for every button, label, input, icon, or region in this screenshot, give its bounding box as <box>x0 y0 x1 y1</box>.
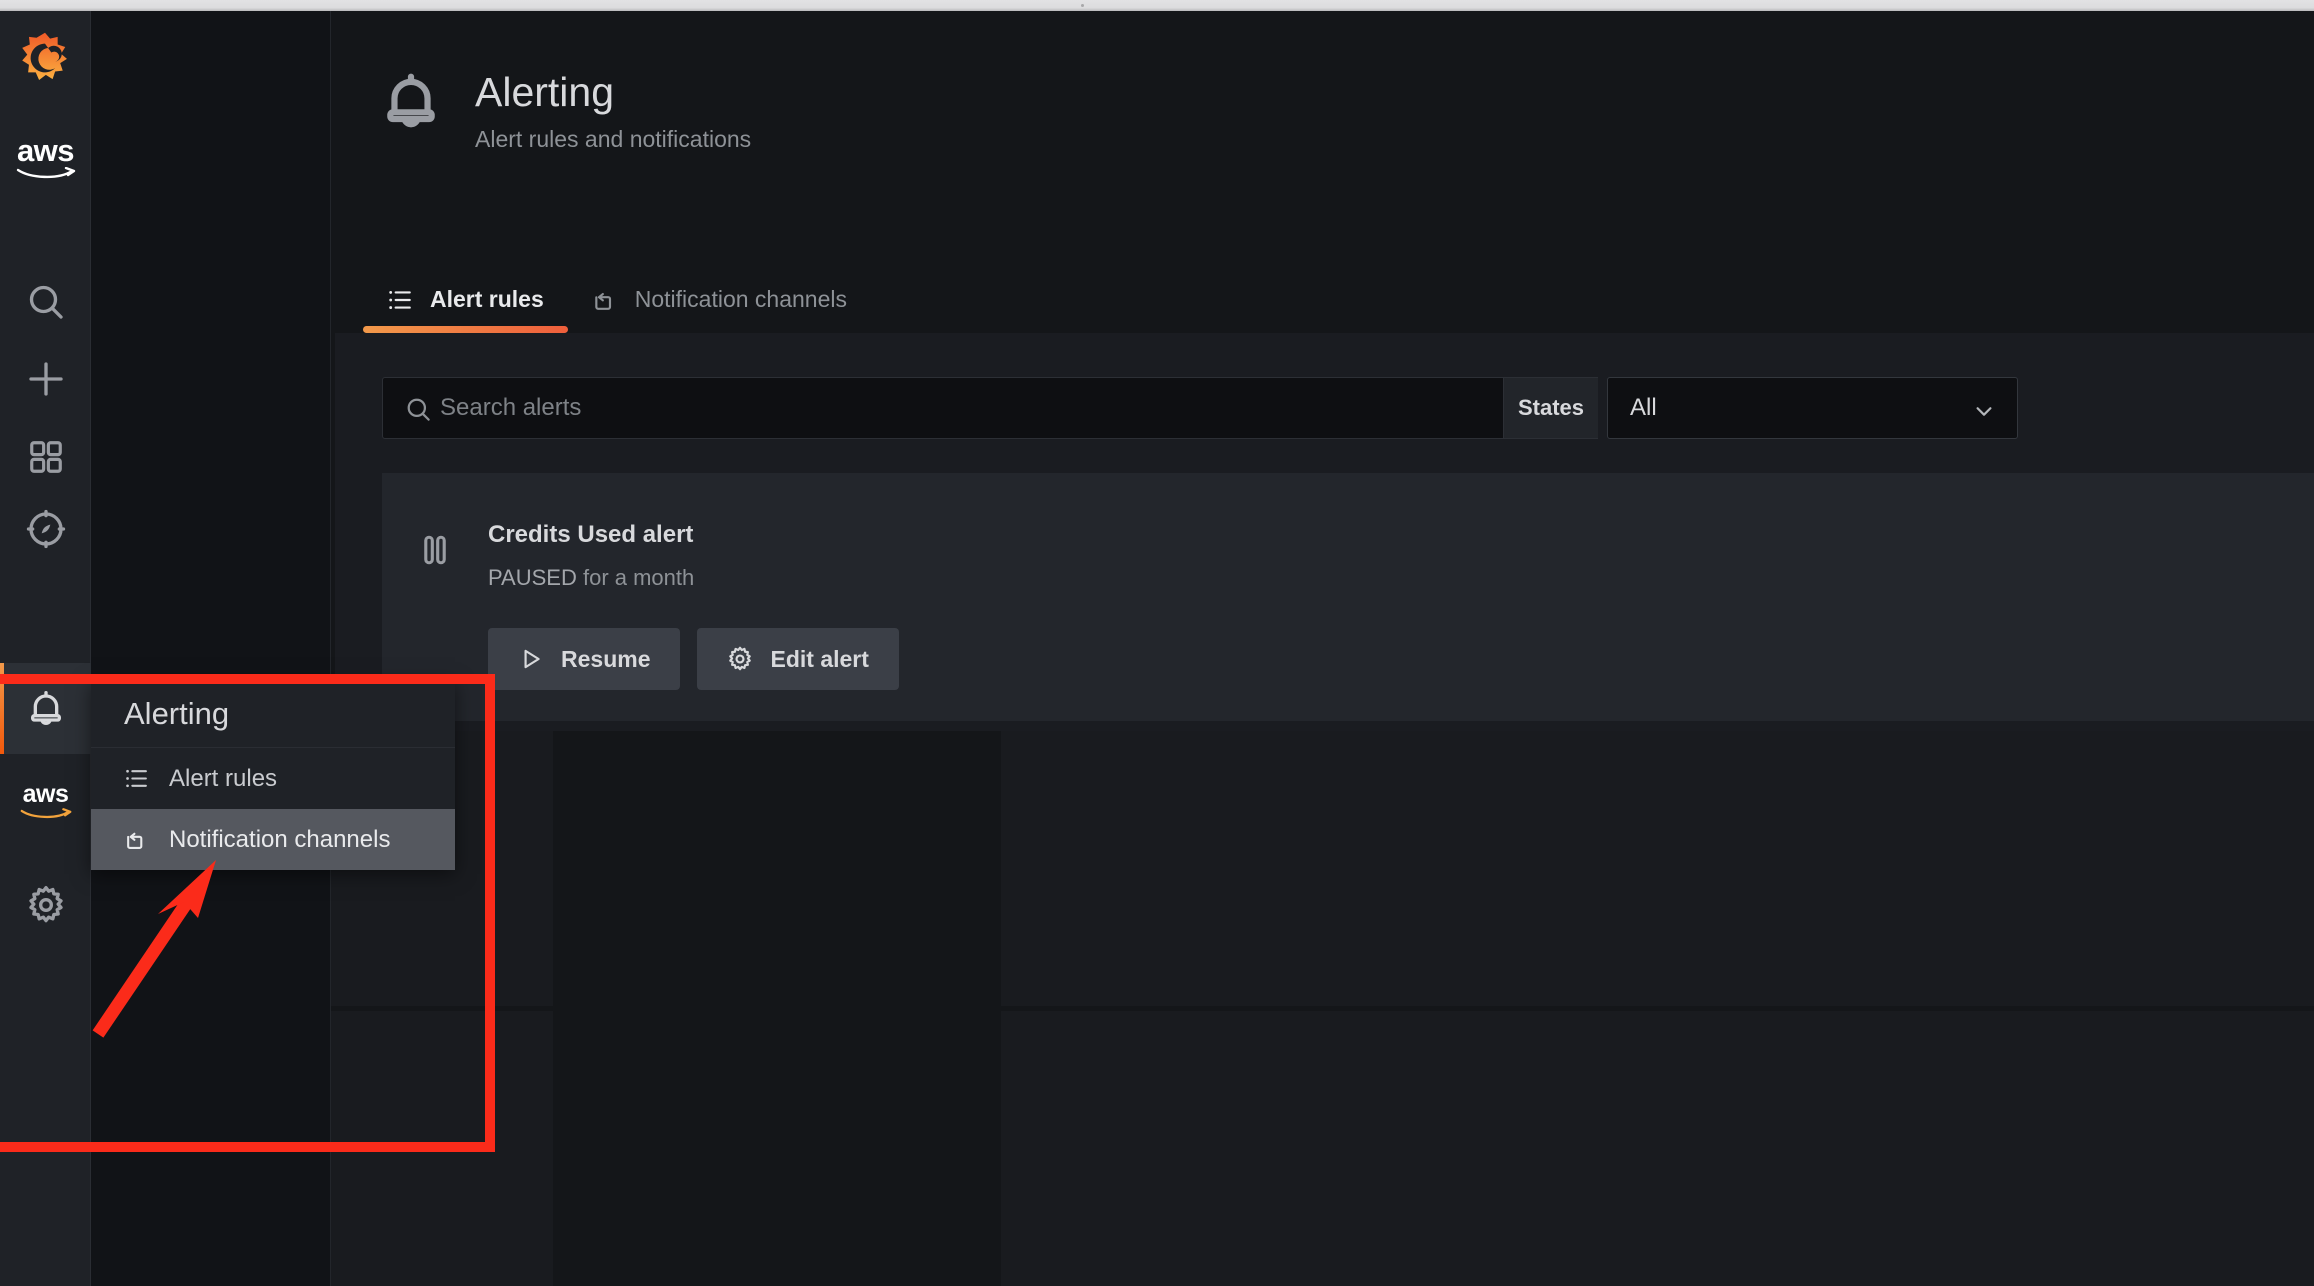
alert-rule-actions: Resume Edit alert <box>488 628 899 690</box>
plus-icon <box>28 361 63 396</box>
tab-notification-channels[interactable]: Notification channels <box>568 266 871 333</box>
list-icon <box>389 290 411 309</box>
alert-rule-status: PAUSED for a month <box>488 565 694 591</box>
tab-bar: Alert rules Notification channels <box>363 266 2314 333</box>
org-logo-aws-bottom[interactable]: aws <box>10 782 81 820</box>
screenshot-root: aws aws Alerting Alert rules and notific… <box>0 0 2314 1286</box>
window-chrome-bar <box>0 0 2314 11</box>
grafana-app: aws aws Alerting Alert rules and notific… <box>0 11 2314 1286</box>
flyout-item-label: Notification channels <box>169 825 391 853</box>
aws-swoosh-icon-bottom <box>20 808 71 819</box>
states-filter-label[interactable]: States <box>1504 377 1598 439</box>
alert-rule-name[interactable]: Credits Used alert <box>488 521 693 549</box>
status-detail: for a month <box>582 565 695 590</box>
search-icon <box>29 285 63 319</box>
resume-button-label: Resume <box>561 645 651 672</box>
sidebar-item-explore[interactable] <box>0 483 91 574</box>
search-icon <box>407 398 430 421</box>
states-filter-value: All <box>1630 394 1657 421</box>
sidebar-item-configuration[interactable] <box>0 859 91 950</box>
comment-share-icon <box>595 292 611 310</box>
flyout-item-notification-channels[interactable]: Notification channels <box>91 809 455 870</box>
comment-share-icon <box>127 832 143 849</box>
aws-wordmark-bottom: aws <box>22 780 69 808</box>
explore-compass-icon <box>26 509 65 548</box>
filter-row: States All <box>382 377 2018 439</box>
alert-rules-panel: States All Credits U <box>335 333 2314 731</box>
list-icon <box>126 769 147 788</box>
page-title: Alerting <box>475 69 615 115</box>
alert-rule-row[interactable]: Credits Used alert PAUSED for a month Re… <box>382 473 2314 721</box>
chevron-down-icon <box>1976 407 1992 416</box>
sidebar-rail: aws aws <box>0 11 91 1286</box>
states-filter-select[interactable]: All <box>1607 377 2018 439</box>
background-grid <box>331 731 2314 1286</box>
bell-icon <box>387 73 435 128</box>
tab-label: Notification channels <box>634 286 847 312</box>
aws-swoosh-icon <box>16 167 75 179</box>
edit-alert-button[interactable]: Edit alert <box>697 628 899 690</box>
pause-icon <box>424 535 446 565</box>
page-header: Alerting Alert rules and notifications <box>380 69 752 153</box>
flyout-item-label: Alert rules <box>169 764 278 792</box>
header-bell-icon-wrap <box>380 71 442 138</box>
sidebar-item-alerting[interactable] <box>0 663 91 754</box>
edit-alert-button-label: Edit alert <box>770 645 869 672</box>
search-input[interactable] <box>440 394 1480 422</box>
flyout-item-alert-rules[interactable]: Alert rules <box>91 748 455 809</box>
gear-icon <box>28 885 63 922</box>
search-input-wrapper[interactable] <box>382 377 1504 439</box>
pause-icon-wrap <box>418 533 452 572</box>
flyout-header: Alerting <box>91 680 455 748</box>
search-icon-wrap <box>405 396 432 428</box>
page-subtitle: Alert rules and notifications <box>475 126 752 153</box>
alerting-flyout-menu: Alerting Alert rules Notification channe… <box>91 680 455 870</box>
bell-icon <box>30 690 61 725</box>
play-icon <box>524 649 540 669</box>
page-header-text: Alerting Alert rules and notifications <box>475 69 752 153</box>
secondary-nav-column <box>91 11 331 1286</box>
resume-button[interactable]: Resume <box>488 628 681 690</box>
dashboards-icon <box>29 440 62 473</box>
tab-alert-rules[interactable]: Alert rules <box>363 266 568 333</box>
chevron-wrap <box>1973 400 1995 429</box>
status-badge: PAUSED <box>488 565 577 590</box>
window-chrome-dot <box>1081 4 1084 7</box>
tab-label: Alert rules <box>430 286 544 312</box>
org-logo-aws-top[interactable]: aws <box>10 135 81 180</box>
grafana-logo[interactable] <box>18 31 72 85</box>
aws-wordmark: aws <box>16 133 75 168</box>
gear-icon <box>729 646 752 671</box>
